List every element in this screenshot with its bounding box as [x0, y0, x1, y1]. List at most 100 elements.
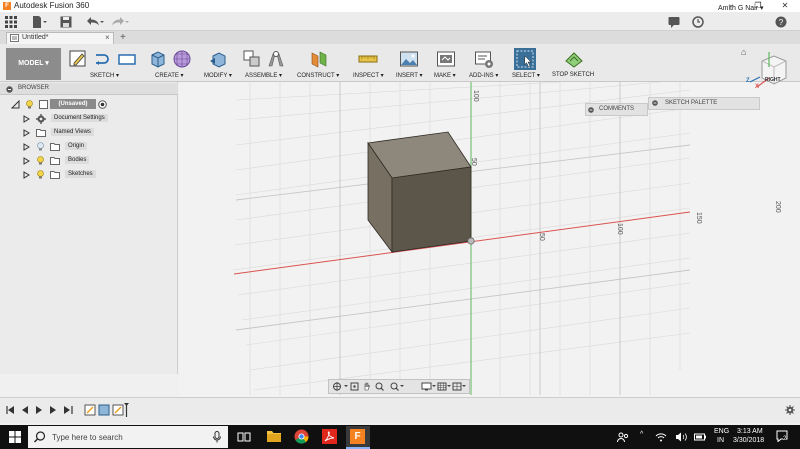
people-icon[interactable] — [617, 431, 629, 443]
go-to-end-icon[interactable] — [64, 406, 73, 414]
stop-sketch-icon[interactable] — [564, 49, 584, 69]
display-settings-icon[interactable] — [421, 382, 436, 391]
add-ins-group[interactable]: ADD-INS ▾ — [466, 45, 502, 82]
user-account-menu[interactable]: Amith G Nair ▾ — [718, 4, 764, 12]
language-code[interactable]: ENG — [714, 428, 729, 435]
acrobat-reader-icon[interactable] — [322, 429, 337, 444]
browser-item-named-views[interactable]: Named Views — [51, 128, 94, 136]
joint-icon[interactable] — [266, 49, 286, 69]
task-view-icon[interactable] — [237, 431, 251, 443]
volume-icon[interactable] — [675, 432, 687, 442]
activate-radio-icon[interactable] — [98, 100, 107, 109]
line-tool-icon[interactable] — [93, 49, 113, 69]
collapse-browser-icon[interactable] — [6, 86, 13, 93]
zoom-window-icon[interactable] — [390, 382, 404, 391]
expand-triangle-icon[interactable] — [23, 157, 31, 165]
expand-triangle-icon[interactable] — [10, 99, 20, 109]
inspect-group[interactable]: INSPECT ▾ — [350, 45, 386, 82]
scripts-add-ins-icon[interactable] — [474, 49, 494, 69]
save-icon[interactable] — [60, 16, 72, 29]
timeline-extrude-feature-icon[interactable] — [98, 404, 110, 416]
expand-palette-icon[interactable] — [652, 100, 658, 106]
form-sphere-icon[interactable] — [172, 49, 192, 69]
insert-group[interactable]: INSERT ▾ — [393, 45, 425, 82]
file-explorer-icon[interactable] — [266, 429, 282, 443]
grid-settings-icon[interactable] — [437, 382, 451, 391]
expand-triangle-icon[interactable] — [23, 115, 31, 123]
microphone-icon[interactable] — [212, 431, 222, 443]
notifications-clock-icon[interactable] — [692, 16, 704, 29]
go-to-start-icon[interactable] — [6, 406, 14, 414]
browser-item-sketches[interactable]: Sketches — [65, 170, 96, 178]
press-pull-icon[interactable] — [208, 49, 228, 69]
home-view-icon[interactable]: ⌂ — [741, 47, 746, 57]
sketch-group[interactable]: SKETCH ▾ — [66, 45, 142, 82]
job-status-icon[interactable] — [668, 16, 680, 29]
clock-time[interactable]: 3:13 AM — [737, 428, 763, 435]
cube-front-face[interactable] — [391, 166, 472, 253]
modify-group[interactable]: MODIFY ▾ — [201, 45, 237, 82]
file-menu-icon[interactable] — [32, 16, 48, 29]
view-cube[interactable] — [740, 47, 796, 97]
create-sketch-icon[interactable] — [69, 49, 89, 69]
construct-group[interactable]: CONSTRUCT ▾ — [294, 45, 344, 82]
redo-icon[interactable] — [110, 16, 130, 29]
wifi-icon[interactable] — [655, 432, 667, 442]
create-group[interactable]: CREATE ▾ — [145, 45, 199, 82]
expand-triangle-icon[interactable] — [23, 129, 31, 137]
visibility-bulb-off-icon[interactable] — [36, 142, 45, 151]
battery-icon[interactable] — [694, 432, 706, 442]
new-tab-button[interactable]: + — [120, 32, 126, 43]
stop-sketch-group[interactable]: STOP SKETCH — [549, 45, 599, 82]
viewport-canvas[interactable]: 100 50 50 100 150 200 — [179, 82, 800, 397]
browser-item-document-settings[interactable]: Document Settings — [51, 114, 108, 122]
orbit-icon[interactable] — [333, 382, 348, 391]
make-group[interactable]: MAKE ▾ — [431, 45, 461, 82]
close-window-button[interactable]: ✕ — [772, 0, 798, 12]
pan-hand-icon[interactable] — [364, 382, 370, 391]
timeline-marker-icon[interactable] — [124, 403, 129, 417]
visibility-bulb-icon[interactable] — [36, 170, 45, 179]
browser-item-origin[interactable]: Origin — [65, 142, 88, 150]
play-icon[interactable] — [36, 406, 42, 414]
language-region[interactable]: IN — [717, 437, 724, 444]
3d-print-icon[interactable] — [436, 49, 456, 69]
expand-triangle-icon[interactable] — [23, 143, 31, 151]
viewport-scene[interactable]: 100 50 50 100 150 200 — [179, 82, 800, 397]
browser-item-bodies[interactable]: Bodies — [65, 156, 90, 164]
data-panel-grid-icon[interactable] — [5, 16, 17, 28]
visibility-bulb-icon[interactable] — [36, 156, 45, 165]
timeline-settings-gear-icon[interactable] — [785, 405, 795, 415]
help-icon[interactable]: ? — [775, 16, 787, 29]
select-tool-icon[interactable] — [514, 48, 536, 70]
zoom-icon[interactable] — [375, 382, 384, 391]
root-component-label[interactable]: (Unsaved) — [50, 99, 96, 109]
expand-comments-icon[interactable] — [588, 107, 594, 113]
extrude-icon[interactable] — [148, 49, 168, 69]
origin-point[interactable] — [467, 237, 475, 245]
select-group[interactable]: SELECT ▾ — [509, 45, 541, 82]
timeline-sketch-feature-icon[interactable] — [112, 404, 124, 416]
visibility-bulb-icon[interactable] — [25, 100, 34, 109]
rectangle-tool-icon[interactable] — [117, 49, 137, 69]
axis-label: 100 — [472, 90, 479, 102]
windows-start-icon[interactable] — [9, 431, 21, 443]
expand-triangle-icon[interactable] — [23, 171, 31, 179]
tray-expand-icon[interactable]: ^ — [640, 431, 643, 438]
timeline-sketch-feature-icon[interactable] — [84, 404, 96, 416]
chrome-icon[interactable] — [294, 429, 309, 444]
clock-date[interactable]: 3/30/2018 — [733, 437, 764, 444]
workspace-switcher-button[interactable]: MODEL ▾ — [6, 48, 61, 80]
offset-plane-icon[interactable] — [309, 49, 329, 69]
new-component-icon[interactable] — [242, 49, 262, 69]
view-cube-face-label[interactable]: RIGHT — [765, 77, 781, 83]
step-back-icon[interactable] — [22, 406, 28, 414]
look-at-icon[interactable] — [350, 382, 359, 391]
viewports-icon[interactable] — [452, 382, 466, 391]
insert-image-icon[interactable] — [399, 49, 419, 69]
step-forward-icon[interactable] — [50, 406, 56, 414]
close-tab-icon[interactable]: × — [105, 33, 110, 42]
assemble-group[interactable]: ASSEMBLE ▾ — [239, 45, 291, 82]
undo-icon[interactable] — [85, 16, 105, 29]
measure-icon[interactable] — [358, 49, 378, 69]
